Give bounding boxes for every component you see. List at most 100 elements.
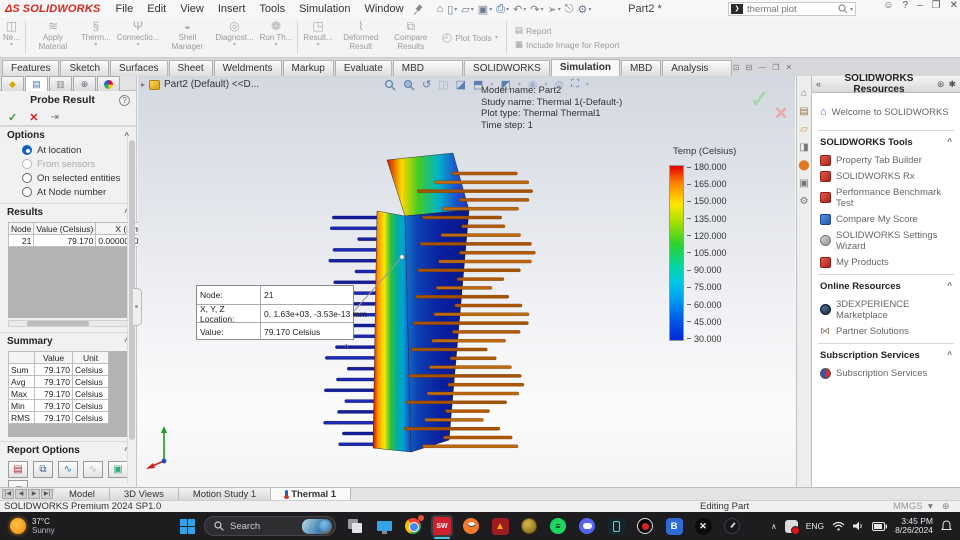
phone-link-icon[interactable] — [605, 515, 627, 537]
callout-collapse-icon[interactable]: ˄ — [344, 342, 349, 351]
redo-icon[interactable]: ↷ ▾ — [530, 3, 543, 16]
tab-next-button[interactable]: ▶ — [28, 489, 40, 499]
link-settings-wizard[interactable]: SOLIDWORKS Settings Wizard — [820, 227, 952, 254]
select-icon[interactable]: ➢ ▾ — [548, 3, 561, 16]
tab-analysis-preparation[interactable]: Analysis Preparation — [662, 60, 732, 90]
plot-graph-button[interactable]: ∿ — [58, 461, 78, 478]
status-units[interactable]: MMGS — [893, 501, 923, 512]
record-app-icon[interactable] — [634, 515, 656, 537]
file-explorer-icon[interactable]: ▱ — [800, 124, 808, 136]
tab-sketch[interactable]: Sketch — [60, 60, 110, 76]
link-property-tab-builder[interactable]: Property Tab Builder — [820, 152, 952, 168]
b-app-icon[interactable]: B — [663, 515, 685, 537]
solidworks-taskbar-icon[interactable]: SW — [431, 515, 453, 539]
tab-surfaces[interactable]: Surfaces — [110, 60, 168, 76]
option-at-node-number[interactable]: At Node number — [0, 185, 136, 199]
dynamic-annotation-icon[interactable]: ◪ — [456, 78, 466, 91]
new-document-icon[interactable]: ▯ ▾ — [447, 3, 457, 16]
wifi-icon[interactable] — [832, 521, 845, 531]
deformed-result-button[interactable]: ⌇ Deformed Result — [336, 18, 386, 57]
radio-on-selected-entities[interactable] — [22, 173, 32, 183]
link-my-products[interactable]: My Products — [820, 254, 952, 270]
chrome-icon[interactable] — [402, 515, 424, 537]
custom-properties-icon[interactable]: ▣ — [799, 178, 808, 190]
capture-image-button[interactable]: ▣ — [108, 461, 128, 478]
include-image-report-button[interactable]: ▦ Include Image for Report — [515, 39, 620, 50]
confirm-cancel-icon[interactable]: ✕ — [774, 104, 788, 124]
battery-icon[interactable] — [872, 521, 888, 531]
menu-edit[interactable]: Edit — [140, 3, 173, 15]
connections-button[interactable]: Ψ Connectio... ▾ — [114, 18, 163, 57]
tab-evaluate[interactable]: Evaluate — [334, 60, 392, 76]
tab-thermal-1[interactable]: Thermal 1 — [271, 488, 352, 500]
tab-display-manager[interactable] — [97, 76, 120, 91]
appearances-icon[interactable]: ⬤ — [798, 160, 809, 172]
help-icon[interactable]: ? — [903, 0, 909, 11]
online-collapse-icon[interactable]: ^ — [947, 281, 952, 292]
menu-pin-icon[interactable] — [413, 4, 423, 14]
radio-at-location[interactable] — [22, 145, 32, 155]
minimize-button[interactable]: – — [917, 0, 923, 11]
undo-icon[interactable]: ↶ ▾ — [513, 3, 526, 16]
tab-weldments[interactable]: Weldments — [213, 60, 282, 76]
menu-file[interactable]: File — [109, 3, 141, 15]
resources-pin-icon[interactable]: ✱ — [948, 79, 956, 90]
fire-app-icon[interactable]: ▲ — [489, 515, 511, 537]
tab-prev-button[interactable]: ◀ — [15, 489, 27, 499]
tab-simulation[interactable]: Simulation — [550, 59, 620, 76]
results-advisor-button[interactable]: ◳ Result... ▾ — [300, 18, 335, 57]
apply-material-button[interactable]: ≋ Apply Material — [28, 18, 78, 57]
language-indicator[interactable]: ENG — [806, 521, 824, 531]
tab-dimxpert-manager[interactable]: ⊕ — [73, 76, 96, 91]
task-pane-settings-icon[interactable]: ⚙ — [800, 196, 809, 208]
confirm-ok-icon[interactable]: ✓ — [750, 86, 769, 113]
search-icon[interactable] — [838, 4, 848, 14]
print-icon[interactable]: ⎙ ▾ — [496, 3, 509, 16]
coin-app-icon[interactable] — [518, 515, 540, 537]
design-library-icon[interactable]: ▤ — [799, 106, 808, 118]
panel-collapse-handle[interactable] — [133, 288, 142, 326]
subscription-collapse-icon[interactable]: ^ — [947, 350, 952, 361]
results-row[interactable]: 21 79.170 0.00000000 — [7, 234, 147, 247]
pin-button[interactable]: ⇥ — [50, 112, 58, 123]
tools-collapse-icon[interactable]: ^ — [947, 137, 952, 148]
zoom-area-icon[interactable] — [403, 79, 415, 91]
home-icon[interactable]: ⌂ — [437, 3, 444, 15]
menu-tools[interactable]: Tools — [252, 3, 292, 15]
report-button[interactable]: ▤ Report — [515, 25, 620, 36]
tab-motion-study-1[interactable]: Motion Study 1 — [178, 488, 272, 500]
menu-simulation[interactable]: Simulation — [292, 3, 357, 15]
tray-overflow-icon[interactable]: ∧ — [771, 522, 777, 531]
link-subscription-services[interactable]: Subscription Services — [820, 365, 952, 381]
results-table[interactable]: Node Value (Celsius) X (mm) 21 79.170 0.… — [7, 222, 147, 247]
menu-view[interactable]: View — [173, 3, 211, 15]
option-on-selected-entities[interactable]: On selected entities — [0, 171, 136, 185]
tab-solidworks-add-ins[interactable]: SOLIDWORKS Add-Ins — [464, 60, 550, 90]
tab-features[interactable]: Features — [2, 60, 60, 76]
section-view-icon[interactable]: ◫ — [438, 78, 448, 91]
task-pane-home-icon[interactable]: ⌂ — [801, 88, 807, 100]
tab-configuration-manager[interactable]: ▥ — [49, 76, 72, 91]
resources-gear-icon[interactable]: ⊛ — [937, 79, 945, 90]
welcome-link[interactable]: ⌂ Welcome to SOLIDWORKS — [812, 93, 960, 130]
user-account-icon[interactable]: ☺ — [883, 0, 893, 11]
command-search-box[interactable]: ❯ thermal plot ▾ — [728, 2, 856, 16]
status-globe-icon[interactable]: ⊕ — [942, 501, 950, 512]
link-solidworks-rx[interactable]: SOLIDWORKS Rx — [820, 168, 952, 184]
copy-results-button[interactable]: ⧉ — [33, 461, 53, 478]
diagnostics-button[interactable]: ◎ Diagnost... ▾ — [212, 18, 256, 57]
feature-tree-flyout[interactable]: ▸ Part2 (Default) <<D... — [141, 79, 259, 90]
tray-notification-app-icon[interactable] — [784, 519, 800, 535]
tab-last-button[interactable]: ▶| — [41, 489, 53, 499]
close-button[interactable]: ✕ — [950, 0, 958, 11]
probe-callout[interactable]: Node: 21 X, Y, Z Location: 0, 1.63e+03, -3… — [196, 285, 367, 340]
menu-insert[interactable]: Insert — [211, 3, 253, 15]
graphics-viewport[interactable]: ▸ Part2 (Default) <<D... ↺ ◫ ◪ ⬒ ▾ ◩ ▾ ◉ ▾ … — [138, 76, 795, 487]
zoom-fit-icon[interactable] — [384, 79, 396, 91]
collapse-pane-icon[interactable]: « — [816, 79, 821, 89]
previous-view-icon[interactable]: ↺ — [422, 78, 431, 91]
tab-model[interactable]: Model — [55, 488, 110, 500]
tab-feature-manager[interactable]: ◆ — [1, 76, 24, 91]
save-icon[interactable]: ▣ ▾ — [478, 3, 492, 16]
restore-button[interactable]: ❐ — [932, 0, 941, 11]
